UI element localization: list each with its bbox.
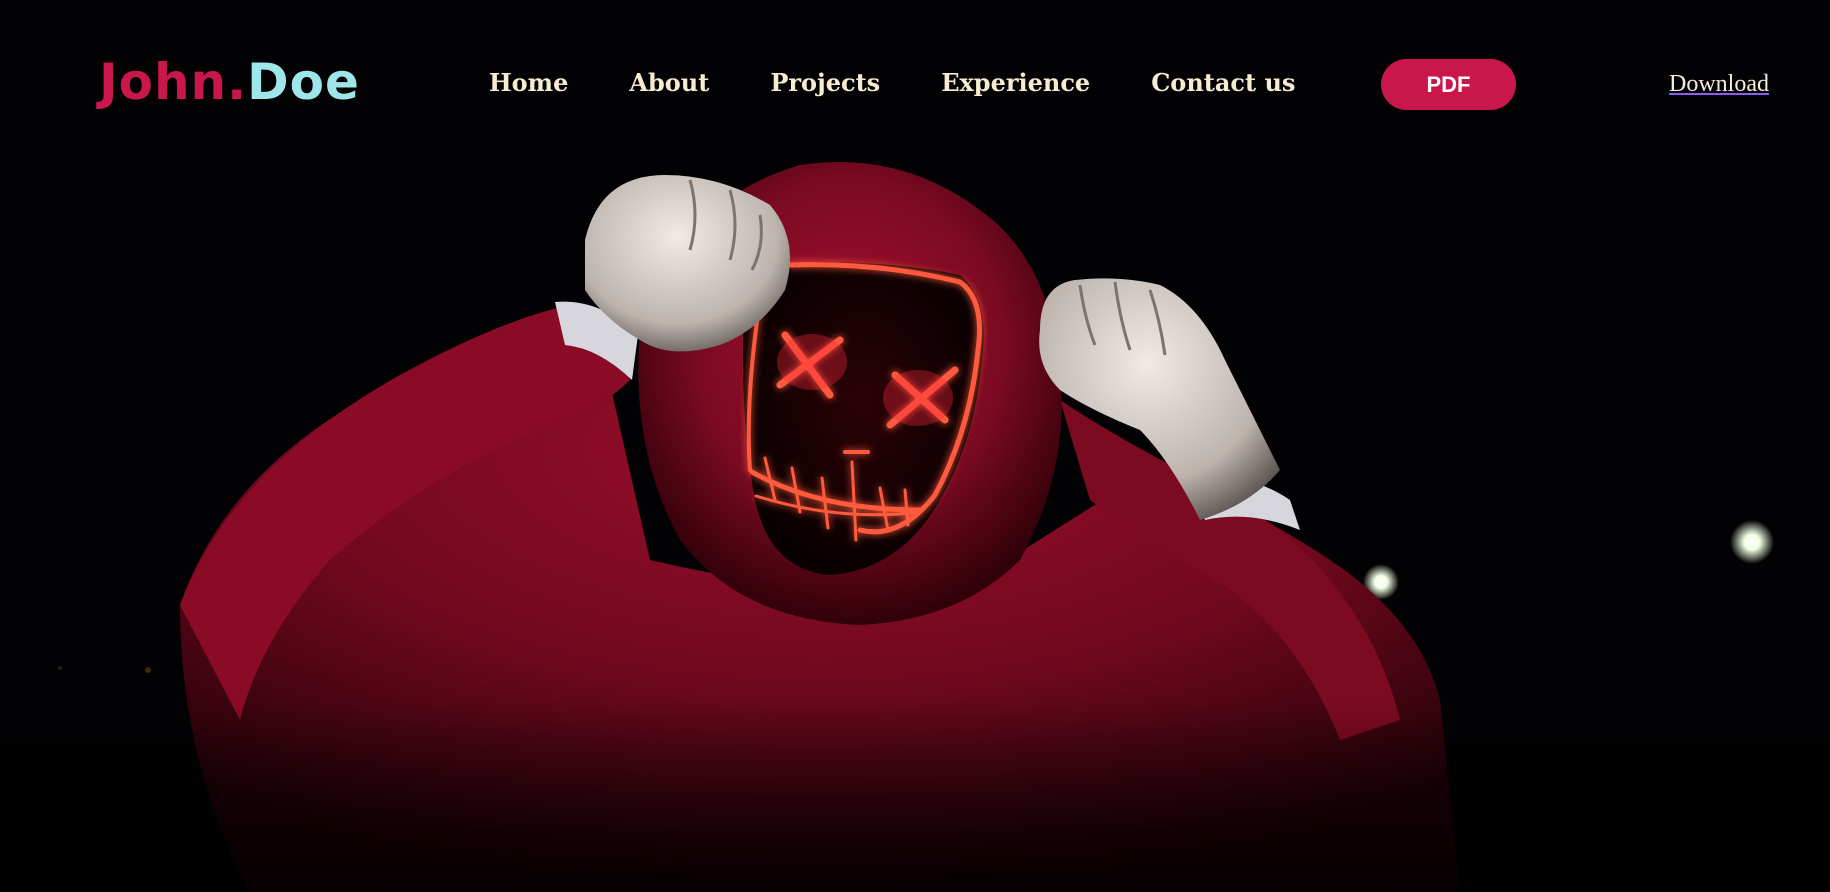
nav-item-about[interactable]: About [629,66,709,100]
brand-last-name: Doe [247,53,360,111]
download-link[interactable]: Download [1669,69,1769,99]
site-header: John.Doe Home About Projects Experience … [0,0,1830,170]
nav-item-experience[interactable]: Experience [941,66,1090,100]
nav-item-contact[interactable]: Contact us [1151,66,1295,100]
main-nav: Home About Projects Experience Contact u… [489,66,1295,100]
nav-item-home[interactable]: Home [489,66,568,100]
brand-dot: . [227,53,248,111]
pdf-button[interactable]: PDF [1381,59,1516,110]
background-light-right [1730,520,1774,564]
brand-logo[interactable]: John.Doe [99,52,360,112]
nav-item-projects[interactable]: Projects [770,66,880,100]
brand-first-name: John [99,53,228,111]
